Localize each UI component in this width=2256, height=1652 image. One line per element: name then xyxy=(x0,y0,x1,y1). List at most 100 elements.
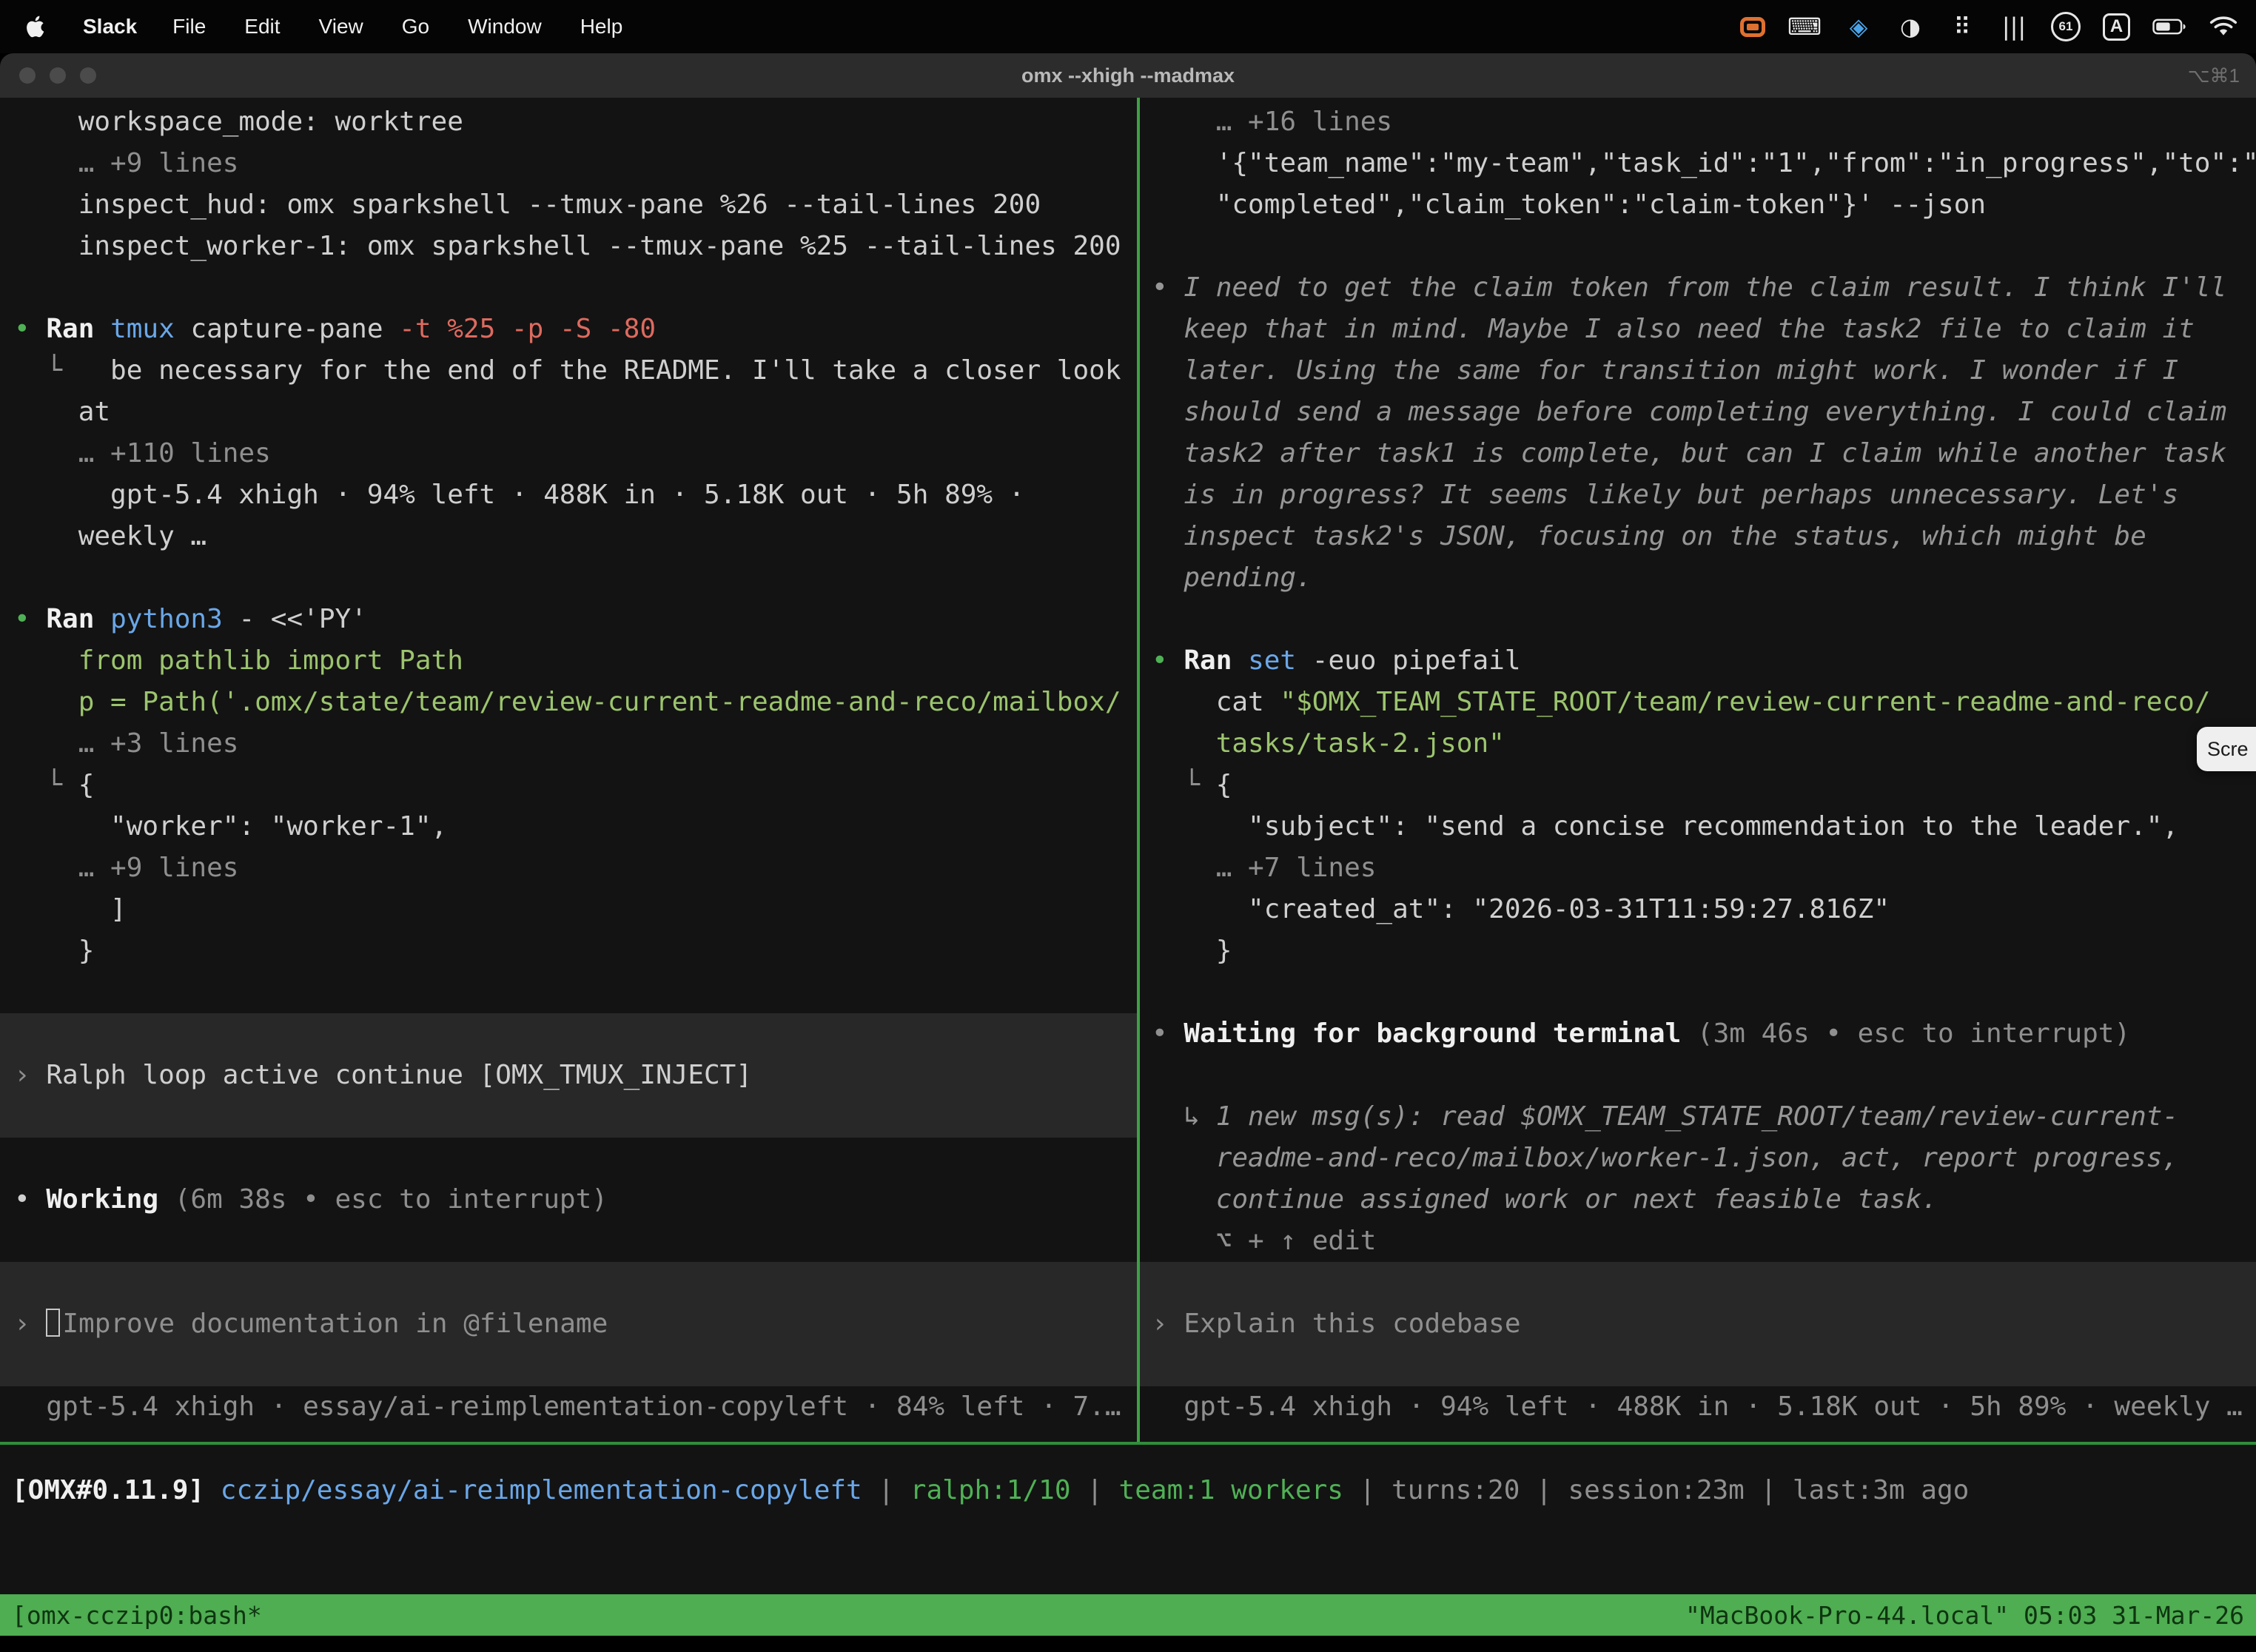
menu-bar-left: Slack File Edit View Go Window Help xyxy=(25,13,622,40)
composer-row[interactable] xyxy=(0,1096,1137,1138)
menu-status-icons: ⌨ ◈ ◑ ⠿ ||| 61 A xyxy=(1740,12,2238,41)
terminal-line: gpt-5.4 xhigh · 94% left · 488K in · 5.1… xyxy=(0,474,1137,516)
terminal-line: inspect_hud: omx sparkshell --tmux-pane … xyxy=(0,184,1137,226)
terminal-line xyxy=(1140,1055,2256,1096)
terminal-line: • Ran python3 - <<'PY' xyxy=(0,599,1137,640)
terminal-line: inspect task2's JSON, focusing on the st… xyxy=(1140,516,2256,557)
wifi-icon[interactable] xyxy=(2209,16,2238,38)
composer-row[interactable] xyxy=(0,1013,1137,1055)
menu-items: File Edit View Go Window Help xyxy=(172,15,622,38)
terminal-line: • Working (6m 38s • esc to interrupt) xyxy=(0,1179,1137,1220)
active-app-menu[interactable]: Slack xyxy=(83,15,137,38)
terminal-line: • I need to get the claim token from the… xyxy=(1140,267,2256,309)
menu-file[interactable]: File xyxy=(172,15,206,38)
terminal-line: at xyxy=(0,392,1137,433)
terminal-line: } xyxy=(0,930,1137,972)
composer-row[interactable] xyxy=(1140,1262,2256,1303)
composer-row[interactable]: › Explain this codebase xyxy=(1140,1303,2256,1345)
terminal-line: from pathlib import Path xyxy=(0,640,1137,682)
terminal-line: task2 after task1 is complete, but can I… xyxy=(1140,433,2256,474)
terminal-line: later. Using the same for transition mig… xyxy=(1140,350,2256,392)
keyboard-icon[interactable]: ⌨ xyxy=(1787,13,1822,41)
composer-row[interactable] xyxy=(0,1345,1137,1386)
screen-recording-icon[interactable] xyxy=(1740,17,1765,37)
traffic-lights xyxy=(19,67,96,84)
composer-row[interactable]: › Ralph loop active continue [OMX_TMUX_I… xyxy=(0,1055,1137,1096)
minimize-button[interactable] xyxy=(50,67,66,84)
text-cursor xyxy=(46,1309,60,1337)
circular-app-icon[interactable]: ◑ xyxy=(1896,13,1925,41)
terminal-line xyxy=(0,557,1137,599)
terminal-line xyxy=(0,267,1137,309)
composer-row[interactable] xyxy=(1140,1345,2256,1386)
terminal-line: '{"team_name":"my-team","task_id":"1","f… xyxy=(1140,143,2256,184)
menu-edit[interactable]: Edit xyxy=(244,15,280,38)
terminal-line xyxy=(0,1138,1137,1179)
terminal-line: • Waiting for background terminal (3m 46… xyxy=(1140,1013,2256,1055)
terminal-line xyxy=(1140,599,2256,640)
terminal-line: "worker": "worker-1", xyxy=(0,806,1137,847)
terminal-line: workspace_mode: worktree xyxy=(0,101,1137,143)
tmux-pane-left[interactable]: workspace_mode: worktree … +9 lines insp… xyxy=(0,98,1137,1442)
terminal-line: weekly … xyxy=(0,516,1137,557)
tally-icon[interactable]: ||| xyxy=(1999,13,2029,41)
hud-status-line: [OMX#0.11.9] cczip/essay/ai-reimplementa… xyxy=(0,1470,2256,1511)
terminal-line: p = Path('.omx/state/team/review-current… xyxy=(0,682,1137,723)
terminal-line: └ { xyxy=(1140,765,2256,806)
composer-row[interactable] xyxy=(0,1262,1137,1303)
tmux-session-info: [omx-cczip0:bash* xyxy=(12,1601,262,1630)
terminal-line: is in progress? It seems likely but perh… xyxy=(1140,474,2256,516)
battery-icon[interactable] xyxy=(2152,18,2186,36)
menu-window[interactable]: Window xyxy=(468,15,542,38)
menu-go[interactable]: Go xyxy=(402,15,429,38)
terminal-line: tasks/task-2.json" xyxy=(1140,723,2256,765)
terminal-line: "subject": "send a concise recommendatio… xyxy=(1140,806,2256,847)
menu-view[interactable]: View xyxy=(319,15,363,38)
terminal-line xyxy=(0,1220,1137,1262)
terminal-line: • Ran tmux capture-pane -t %25 -p -S -80 xyxy=(0,309,1137,350)
dots-grid-icon[interactable]: ⠿ xyxy=(1947,13,1977,41)
terminal-line: … +9 lines xyxy=(0,143,1137,184)
blue-app-icon[interactable]: ◈ xyxy=(1844,13,1873,41)
apple-menu-icon[interactable] xyxy=(25,13,47,40)
terminal-line xyxy=(1140,226,2256,267)
terminal-line: "completed","claim_token":"claim-token"}… xyxy=(1140,184,2256,226)
terminal-line: ] xyxy=(0,889,1137,930)
omx-hud-pane[interactable]: [OMX#0.11.9] cczip/essay/ai-reimplementa… xyxy=(0,1445,2256,1594)
terminal-line xyxy=(0,972,1137,1013)
terminal-line: gpt-5.4 xhigh · 94% left · 488K in · 5.1… xyxy=(1140,1386,2256,1428)
window-shortcut-hint: ⌥⌘1 xyxy=(2188,64,2240,87)
close-button[interactable] xyxy=(19,67,36,84)
battery-percent-icon[interactable]: 61 xyxy=(2051,12,2081,41)
terminal-window: workspace_mode: worktree … +9 lines insp… xyxy=(0,98,2256,1636)
window-title-bar[interactable]: omx --xhigh --madmax ⌥⌘1 xyxy=(0,53,2256,98)
terminal-line: … +110 lines xyxy=(0,433,1137,474)
terminal-line: keep that in mind. Maybe I also need the… xyxy=(1140,309,2256,350)
input-source-icon[interactable]: A xyxy=(2103,13,2130,41)
window-title: omx --xhigh --madmax xyxy=(1021,64,1235,87)
terminal-line: … +9 lines xyxy=(0,847,1137,889)
terminal-line: should send a message before completing … xyxy=(1140,392,2256,433)
screen-notification-overlay[interactable]: Scre xyxy=(2197,727,2256,771)
tmux-pane-right[interactable]: … +16 lines '{"team_name":"my-team","tas… xyxy=(1140,98,2256,1442)
terminal-line: cat "$OMX_TEAM_STATE_ROOT/team/review-cu… xyxy=(1140,682,2256,723)
zoom-button[interactable] xyxy=(80,67,96,84)
terminal-line: "created_at": "2026-03-31T11:59:27.816Z" xyxy=(1140,889,2256,930)
terminal-line: inspect_worker-1: omx sparkshell --tmux-… xyxy=(0,226,1137,267)
terminal-line: … +3 lines xyxy=(0,723,1137,765)
terminal-line: gpt-5.4 xhigh · essay/ai-reimplementatio… xyxy=(0,1386,1137,1428)
terminal-line: continue assigned work or next feasible … xyxy=(1140,1179,2256,1220)
menu-bar: Slack File Edit View Go Window Help ⌨ ◈ ◑ ⠿ ||| 61… xyxy=(0,0,2256,53)
terminal-line: └ { xyxy=(0,765,1137,806)
terminal-line: … +16 lines xyxy=(1140,101,2256,143)
terminal-line: └ be necessary for the end of the README… xyxy=(0,350,1137,392)
composer-row[interactable]: › Improve documentation in @filename xyxy=(0,1303,1137,1345)
overlay-text: Scre xyxy=(2207,738,2249,761)
terminal-line: • Ran set -euo pipefail xyxy=(1140,640,2256,682)
tmux-status-bar: [omx-cczip0:bash* "MacBook-Pro-44.local"… xyxy=(0,1594,2256,1636)
terminal-line: pending. xyxy=(1140,557,2256,599)
tmux-host-clock: "MacBook-Pro-44.local" 05:03 31-Mar-26 xyxy=(1685,1601,2244,1630)
menu-help[interactable]: Help xyxy=(580,15,623,38)
terminal-line: ⌥ + ↑ edit xyxy=(1140,1220,2256,1262)
terminal-line: … +7 lines xyxy=(1140,847,2256,889)
